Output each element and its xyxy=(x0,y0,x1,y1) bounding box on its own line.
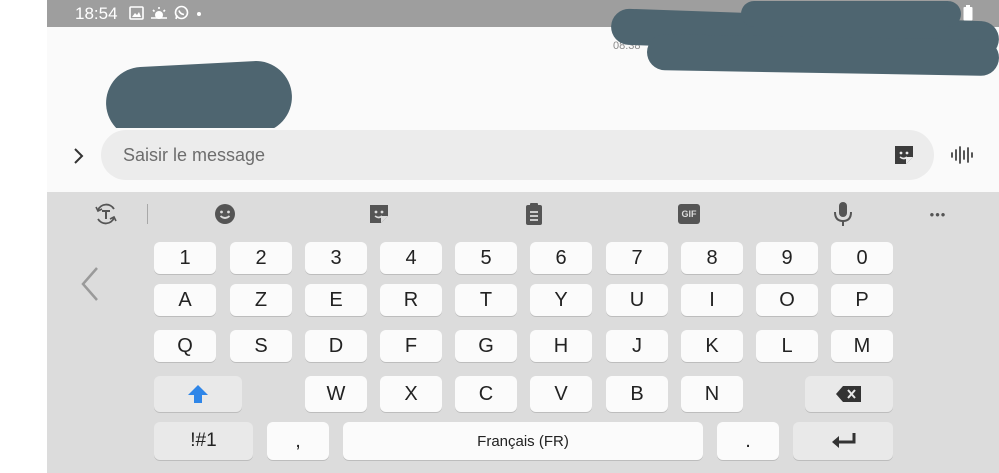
key-x[interactable]: X xyxy=(380,376,442,412)
sticker-icon xyxy=(895,146,913,164)
key-n[interactable]: N xyxy=(681,376,743,412)
more-icon: ••• xyxy=(929,206,947,222)
gif-icon: GIF xyxy=(678,204,700,224)
key-a[interactable]: A xyxy=(154,284,216,316)
comma-key[interactable]: , xyxy=(267,422,329,460)
key-w[interactable]: W xyxy=(305,376,367,412)
sticker-icon xyxy=(370,205,388,223)
status-notification-icons xyxy=(129,5,203,20)
key-l[interactable]: L xyxy=(756,330,818,362)
status-time: 18:54 xyxy=(75,4,118,23)
key-9[interactable]: 9 xyxy=(756,242,818,274)
backspace-key[interactable] xyxy=(805,376,893,412)
image-icon xyxy=(129,5,144,20)
key-i[interactable]: I xyxy=(681,284,743,316)
redacted-header-top xyxy=(741,1,961,27)
key-0[interactable]: 0 xyxy=(831,242,893,274)
clipboard-icon xyxy=(526,203,542,225)
voice-input-button[interactable] xyxy=(830,201,856,227)
keyboard: GIF ••• 1 2 3 4 5 6 7 8 9 0 A Z E R T Y xyxy=(47,192,999,473)
key-2[interactable]: 2 xyxy=(230,242,292,274)
phone-screen: 18:54 R xyxy=(47,0,999,473)
shift-arrow-icon xyxy=(188,385,208,403)
keyboard-back-button[interactable] xyxy=(75,264,105,304)
key-q[interactable]: Q xyxy=(154,330,216,362)
more-options-button[interactable]: ••• xyxy=(925,201,951,227)
key-6[interactable]: 6 xyxy=(530,242,592,274)
key-z[interactable]: Z xyxy=(230,284,292,316)
gif-button[interactable]: GIF xyxy=(676,201,702,227)
sticker-button[interactable] xyxy=(892,143,916,167)
key-t[interactable]: T xyxy=(455,284,517,316)
key-e[interactable]: E xyxy=(305,284,367,316)
mic-icon xyxy=(834,202,852,226)
compose-row xyxy=(47,128,999,190)
gif-label: GIF xyxy=(681,209,697,219)
voice-record-button[interactable] xyxy=(949,142,975,168)
symbols-key[interactable]: !#1 xyxy=(154,422,253,460)
enter-key[interactable] xyxy=(793,422,893,460)
sticker-tool-button[interactable] xyxy=(366,201,392,227)
key-b[interactable]: B xyxy=(606,376,668,412)
key-d[interactable]: D xyxy=(305,330,367,362)
key-5[interactable]: 5 xyxy=(455,242,517,274)
conversation-area: 08:38 xyxy=(47,1,999,141)
translate-icon xyxy=(95,203,117,225)
message-input-container[interactable] xyxy=(101,130,934,180)
key-y[interactable]: Y xyxy=(530,284,592,316)
key-m[interactable]: M xyxy=(831,330,893,362)
key-3[interactable]: 3 xyxy=(305,242,367,274)
key-k[interactable]: K xyxy=(681,330,743,362)
expand-options-button[interactable] xyxy=(69,144,89,168)
key-p[interactable]: P xyxy=(831,284,893,316)
redacted-header-tail xyxy=(646,33,999,77)
weather-icon xyxy=(150,6,168,20)
clipboard-button[interactable] xyxy=(521,201,547,227)
chevron-left-icon xyxy=(81,267,98,301)
toolbar-divider xyxy=(147,204,148,224)
enter-arrow-icon xyxy=(832,433,856,448)
period-key[interactable]: . xyxy=(717,422,779,460)
key-h[interactable]: H xyxy=(530,330,592,362)
message-input[interactable] xyxy=(123,130,863,180)
key-g[interactable]: G xyxy=(455,330,517,362)
key-1[interactable]: 1 xyxy=(154,242,216,274)
key-4[interactable]: 4 xyxy=(380,242,442,274)
emoji-icon xyxy=(215,204,235,224)
key-f[interactable]: F xyxy=(380,330,442,362)
dot-icon xyxy=(195,6,203,20)
keyboard-toolbar: GIF ••• xyxy=(47,192,999,236)
key-j[interactable]: J xyxy=(606,330,668,362)
chevron-right-icon xyxy=(74,148,84,164)
space-key[interactable]: Français (FR) xyxy=(343,422,703,460)
key-u[interactable]: U xyxy=(606,284,668,316)
translate-button[interactable] xyxy=(93,201,119,227)
key-r[interactable]: R xyxy=(380,284,442,316)
key-v[interactable]: V xyxy=(530,376,592,412)
key-7[interactable]: 7 xyxy=(606,242,668,274)
whatsapp-icon xyxy=(174,5,189,20)
key-o[interactable]: O xyxy=(756,284,818,316)
key-8[interactable]: 8 xyxy=(681,242,743,274)
key-s[interactable]: S xyxy=(230,330,292,362)
shift-key[interactable] xyxy=(154,376,242,412)
voice-wave-icon xyxy=(951,146,973,164)
emoji-button[interactable] xyxy=(212,201,238,227)
backspace-icon xyxy=(836,386,861,402)
key-c[interactable]: C xyxy=(455,376,517,412)
